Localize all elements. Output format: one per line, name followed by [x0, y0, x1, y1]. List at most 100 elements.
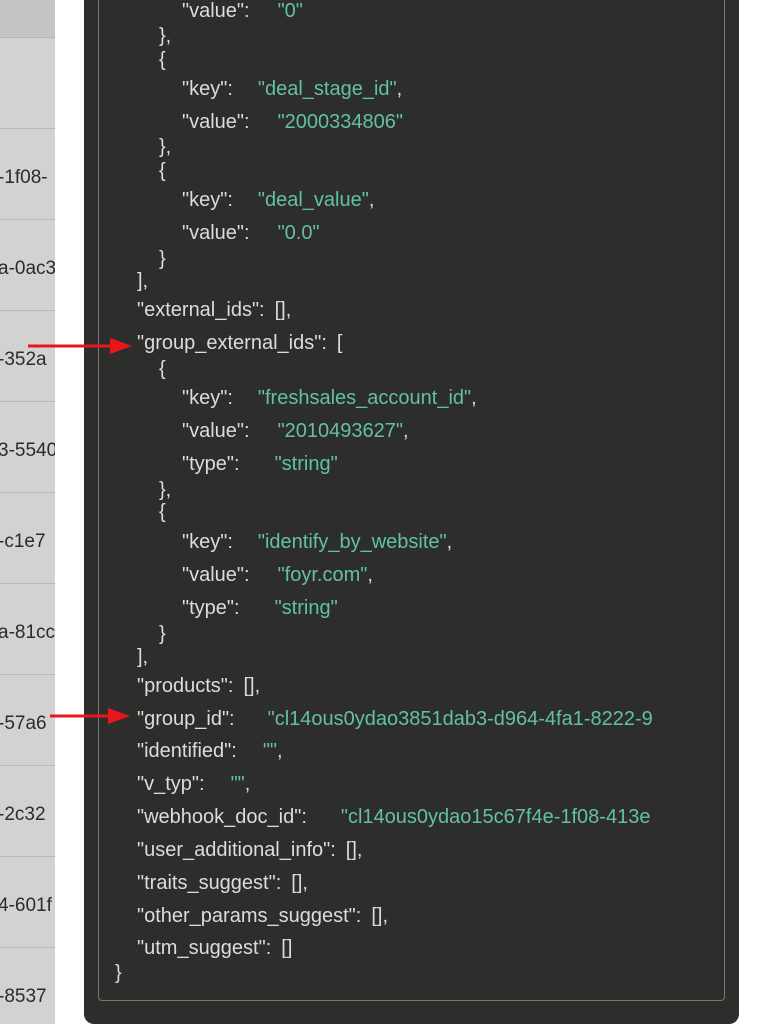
json-line: "key": "deal_stage_id", — [182, 77, 402, 101]
json-punctuation: }, — [159, 25, 172, 47]
json-key: "value": — [182, 111, 250, 133]
json-line: } — [115, 961, 122, 985]
list-item[interactable]: -c1e7 — [0, 492, 55, 584]
json-line: { — [159, 357, 166, 381]
json-string-value: "freshsales_account_id" — [257, 387, 472, 409]
json-punctuation: [], — [291, 872, 308, 894]
json-line: ], — [137, 645, 148, 669]
json-string-value: "identify_by_website" — [257, 531, 447, 553]
json-string-value: "deal_value" — [257, 189, 369, 211]
json-punctuation: , — [368, 189, 375, 211]
list-item-id: -8537 — [0, 986, 47, 1007]
json-punctuation: { — [159, 358, 166, 380]
list-item-id: -1f08- — [0, 167, 48, 188]
list-item[interactable]: 3-5540 — [0, 401, 55, 493]
list-item-id: 3-5540 — [0, 440, 55, 461]
json-line: "external_ids": [], — [137, 298, 291, 322]
json-line: "utm_suggest": [] — [137, 936, 292, 960]
json-key: "group_external_ids": — [137, 332, 327, 354]
json-line: "value": "foyr.com", — [182, 563, 373, 587]
json-key: "value": — [182, 0, 250, 22]
json-string-value: "string" — [274, 597, 338, 619]
json-line: "key": "deal_value", — [182, 188, 374, 212]
json-key: "key": — [182, 531, 233, 553]
json-key: "identified": — [137, 740, 237, 762]
json-punctuation: [], — [371, 905, 388, 927]
json-punctuation: [], — [243, 675, 261, 697]
json-string-value: "" — [262, 740, 278, 762]
list-item[interactable]: -2c32 — [0, 765, 55, 857]
json-string-value: "2010493627" — [277, 420, 404, 442]
json-line: "value": "0.0" — [182, 221, 320, 245]
json-key: "value": — [182, 564, 250, 586]
json-line: "traits_suggest": [], — [137, 871, 308, 895]
json-line: "type": "string" — [182, 596, 338, 620]
json-string-value: "0" — [277, 0, 303, 22]
json-key: "v_typ": — [137, 773, 205, 795]
json-string-value: "" — [230, 773, 245, 795]
json-punctuation: , — [471, 387, 477, 409]
json-key: "webhook_doc_id": — [137, 806, 307, 828]
list-item-id: -57a6 — [0, 713, 47, 734]
list-item-id: a-81cc — [0, 622, 55, 643]
json-key: "key": — [182, 387, 233, 409]
json-key: "user_additional_info": — [137, 839, 336, 861]
json-key: "key": — [182, 189, 233, 211]
json-key: "key": — [182, 78, 233, 100]
list-item-id: -352a — [0, 349, 47, 370]
json-string-value: "cl14ous0ydao15c67f4e-1f08-413e — [340, 806, 651, 828]
json-punctuation: , — [396, 78, 403, 100]
list-item-id: a-0ac3 — [0, 258, 55, 279]
json-key: "other_params_suggest": — [137, 905, 362, 927]
background-list-header — [0, 0, 55, 38]
json-punctuation: ], — [137, 646, 149, 668]
json-line: } — [159, 247, 166, 271]
background-list-panel: -1f08- a-0ac3 -352a 3-5540 -c1e7 a-81cc … — [0, 0, 55, 1024]
json-line: "group_id": "cl14ous0ydao3851dab3-d964-4f… — [137, 707, 653, 731]
json-line: { — [159, 159, 166, 183]
json-line: "type": "string" — [182, 452, 338, 476]
json-line: "value": "2000334806" — [182, 110, 403, 134]
json-string-value: "foyr.com" — [277, 564, 368, 586]
list-item[interactable]: a-81cc — [0, 583, 55, 675]
json-string-value: "string" — [274, 453, 338, 475]
json-punctuation: } — [159, 248, 166, 270]
json-key: "value": — [182, 420, 250, 442]
list-item[interactable]: -8537 — [0, 947, 55, 1024]
list-item[interactable]: 4-601f — [0, 856, 55, 948]
json-punctuation: , — [277, 740, 283, 762]
json-punctuation: , — [446, 531, 453, 553]
list-item[interactable]: -352a — [0, 310, 55, 402]
json-line: "identified": "", — [137, 739, 283, 763]
json-key: "type": — [182, 597, 240, 619]
json-line: } — [159, 622, 166, 646]
json-punctuation: ], — [137, 270, 149, 292]
json-line: { — [159, 500, 166, 524]
json-punctuation: , — [403, 420, 409, 442]
json-key: "external_ids": — [137, 299, 265, 321]
list-item[interactable]: -1f08- — [0, 128, 55, 220]
json-key: "products": — [137, 675, 234, 697]
json-line: { — [159, 48, 166, 72]
json-punctuation: [], — [345, 839, 363, 861]
json-punctuation: } — [159, 623, 166, 645]
json-punctuation: , — [244, 773, 251, 795]
list-item-id: 4-601f — [0, 895, 52, 916]
json-line: "key": "freshsales_account_id", — [182, 386, 477, 410]
list-item-id: -c1e7 — [0, 531, 46, 552]
json-line: "webhook_doc_id": "cl14ous0ydao15c67f4e-1… — [137, 805, 650, 829]
json-punctuation: , — [367, 564, 373, 586]
json-line: "products": [], — [137, 674, 260, 698]
json-punctuation: }, — [159, 479, 172, 501]
list-item[interactable]: -57a6 — [0, 674, 55, 766]
json-punctuation: [] — [281, 937, 293, 959]
json-line: "group_external_ids": [ — [137, 331, 342, 355]
json-line: "value": "0" — [182, 0, 303, 23]
json-code-block[interactable]: "value": "0"},{"key": "deal_stage_id", "val… — [98, 0, 725, 1001]
json-punctuation: { — [159, 160, 166, 182]
list-item[interactable]: a-0ac3 — [0, 219, 55, 311]
json-line: "v_typ": "", — [137, 772, 250, 796]
json-line: "other_params_suggest": [], — [137, 904, 388, 928]
json-line: }, — [159, 478, 171, 502]
json-line: "key": "identify_by_website", — [182, 530, 452, 554]
